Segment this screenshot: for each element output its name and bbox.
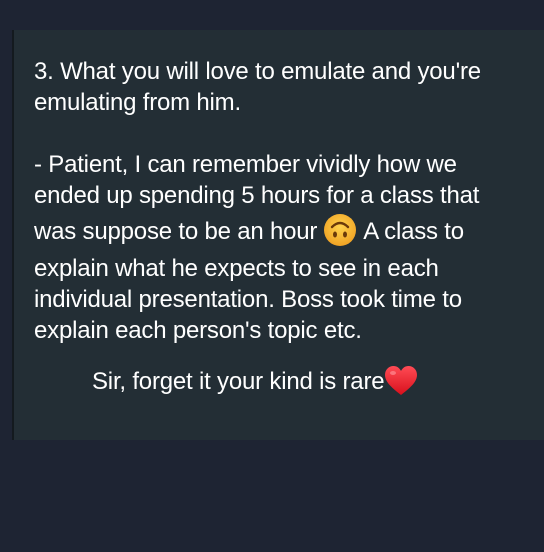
message-bubble[interactable]: 3. What you will love to emulate and you…	[12, 30, 544, 440]
text-line: individual presentation. Boss took time …	[34, 286, 462, 313]
text-line: ended up spending 5 hours for a class th…	[34, 182, 480, 209]
text-line: explain each person's topic etc.	[34, 317, 362, 344]
text-line: emulating from him.	[34, 89, 241, 116]
message-text: 3. What you will love to emulate and you…	[34, 56, 534, 399]
point-heading: 3. What you will love to emulate and you…	[34, 56, 534, 118]
text-segment: was suppose to be an hour	[34, 218, 318, 245]
red-heart-icon	[384, 365, 418, 397]
text-segment: A class to	[363, 218, 464, 245]
chat-screen: 3. What you will love to emulate and you…	[0, 0, 544, 552]
text-line: explain what he expects to see in each	[34, 255, 439, 282]
text-line-with-emoji: was suppose to be an hour A class to	[34, 211, 534, 253]
point-body: - Patient, I can remember vividly how we…	[34, 149, 534, 346]
closing-line: Sir, forget it your kind is rare	[34, 365, 534, 399]
closing-text: Sir, forget it your kind is rare	[92, 368, 385, 395]
text-line: - Patient, I can remember vividly how we	[34, 151, 457, 178]
upside-down-face-icon	[323, 213, 357, 247]
text-line: 3. What you will love to emulate and you…	[34, 58, 481, 85]
